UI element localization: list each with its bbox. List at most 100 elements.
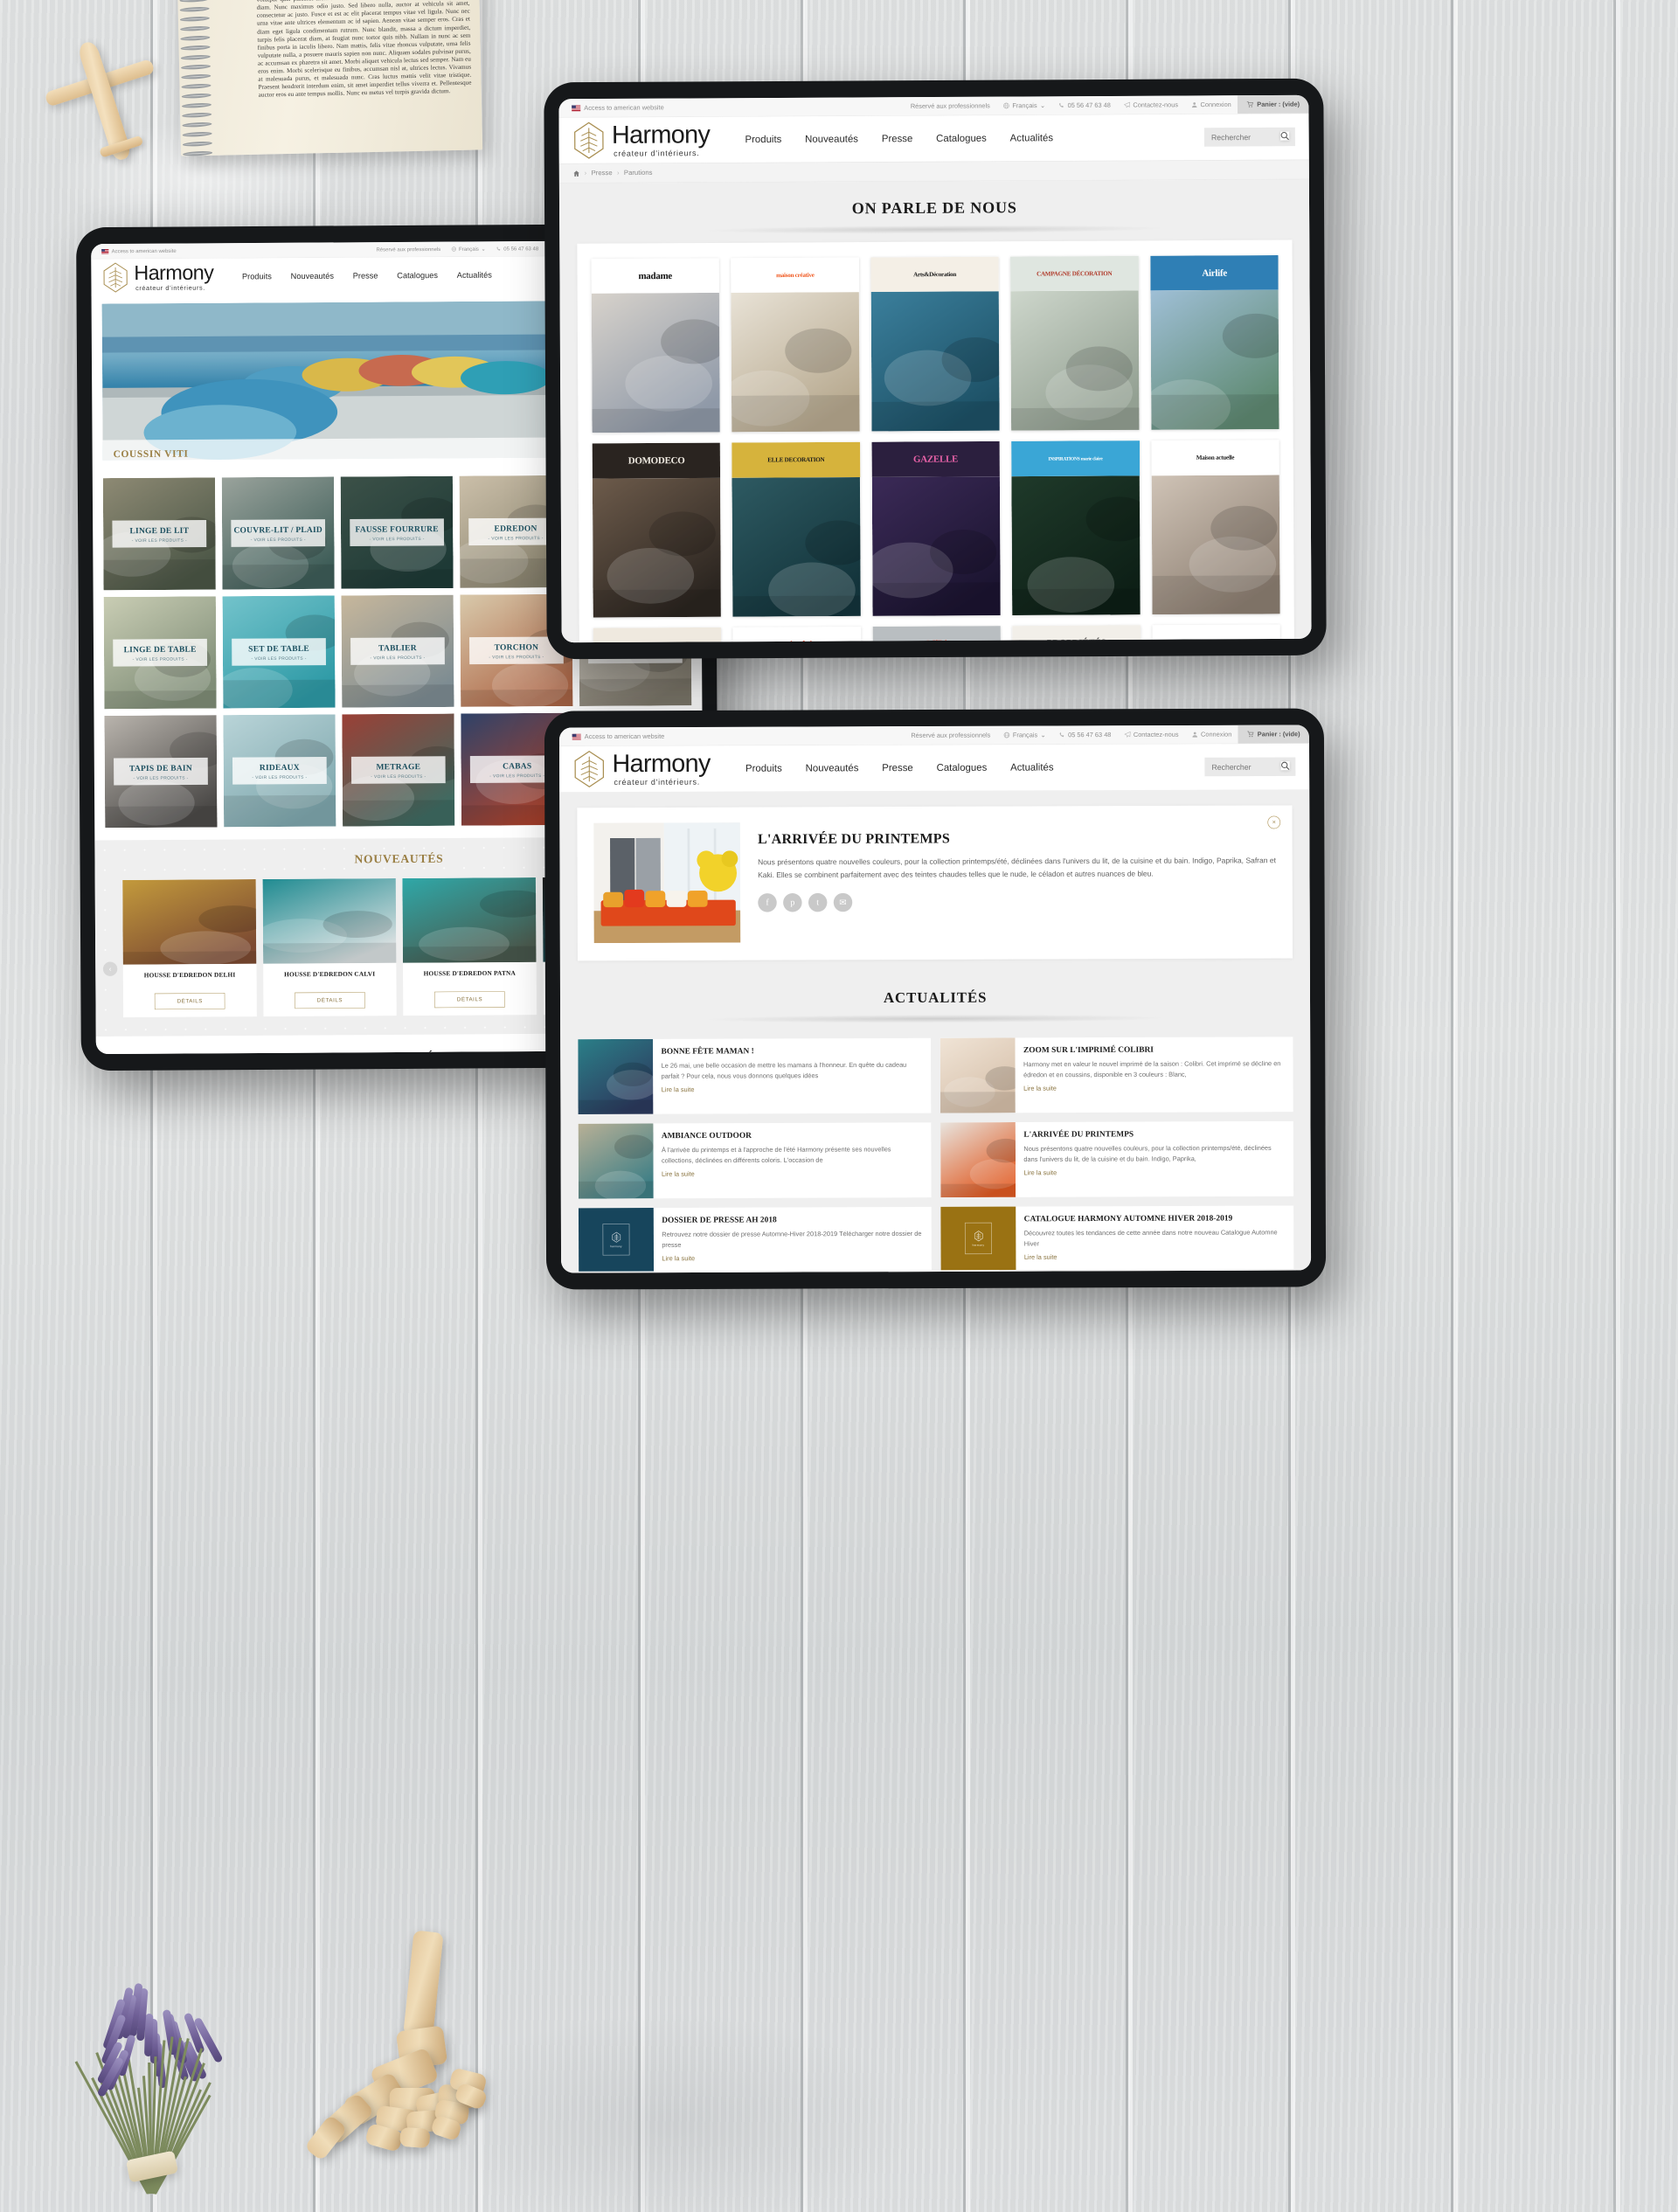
cart-button[interactable]: Panier : (vide) — [1238, 725, 1310, 744]
language-selector[interactable]: Français ⌄ — [446, 246, 490, 252]
news-read-more-link[interactable]: Lire la suite — [662, 1255, 695, 1262]
nav-item-catalogues[interactable]: Catalogues — [397, 271, 438, 281]
access-us-site-link[interactable]: Access to american website — [584, 104, 663, 112]
news-card[interactable]: harmony CATALOGUE HARMONY AUTOMNE HIVER 2… — [940, 1205, 1293, 1270]
magazine-cover[interactable]: TABLE & cadeaux — [1152, 625, 1280, 643]
news-card[interactable]: harmony DOSSIER DE PRESSE AH 2018 Retrouve… — [579, 1207, 932, 1272]
product-details-button[interactable]: DÉTAILS — [434, 991, 505, 1008]
product-details-button[interactable]: DÉTAILS — [295, 992, 365, 1009]
breadcrumb-item-parutions[interactable]: Parutions — [624, 170, 653, 177]
news-card-body: L'ARRIVÉE DU PRINTEMPS Nous présentons qu… — [1016, 1121, 1293, 1197]
news-thumbnail — [940, 1122, 1016, 1197]
news-read-more-link[interactable]: Lire la suite — [1023, 1085, 1057, 1092]
contact-link[interactable]: Contactez-nous — [1118, 731, 1185, 738]
category-label: RIDEAUX - VOIR LES PRODUITS - — [232, 757, 327, 785]
news-card[interactable]: L'ARRIVÉE DU PRINTEMPS Nous présentons qu… — [940, 1121, 1293, 1197]
login-link[interactable]: Connexion — [1184, 101, 1238, 108]
magazine-cover[interactable]: DOMODECO — [593, 443, 721, 618]
magazine-cover-image — [1010, 291, 1139, 431]
pinterest-icon[interactable]: p — [783, 893, 802, 912]
nav-item-nouveautes[interactable]: Nouveautés — [291, 272, 334, 281]
facebook-icon[interactable]: f — [758, 893, 777, 912]
news-excerpt: Harmony met en valeur le nouvel imprimé … — [1023, 1059, 1285, 1081]
search-icon[interactable] — [1281, 761, 1290, 770]
category-name: TAPIS DE BAIN — [115, 763, 206, 773]
product-card[interactable]: HOUSSE D'EDREDON CALVI DÉTAILS — [262, 878, 396, 1016]
magazine-cover[interactable]: madame — [592, 258, 720, 433]
category-tile[interactable]: LINGE DE TABLE - VOIR LES PRODUITS - — [104, 596, 217, 709]
nav-item-produits[interactable]: Produits — [745, 134, 781, 146]
category-tile[interactable]: LINGE DE LIT - VOIR LES PRODUITS - — [103, 477, 216, 590]
nav-item-presse[interactable]: Presse — [353, 271, 378, 281]
brand-logo[interactable]: Harmony créateur d'intérieurs. — [573, 750, 711, 787]
nav-item-presse[interactable]: Presse — [882, 762, 913, 774]
twitter-icon[interactable]: t — [808, 893, 828, 912]
close-icon[interactable]: × — [1267, 816, 1280, 829]
category-tile[interactable]: TAPIS DE BAIN - VOIR LES PRODUITS - — [104, 715, 217, 828]
login-label: Connexion — [1200, 101, 1231, 108]
nav-item-actualites[interactable]: Actualités — [1010, 132, 1053, 144]
nav-item-nouveautes[interactable]: Nouveautés — [806, 762, 859, 774]
product-details-button[interactable]: DÉTAILS — [155, 993, 225, 1009]
category-name: LINGE DE LIT — [114, 525, 205, 536]
product-card[interactable]: HOUSSE D'EDREDON DELHI DÉTAILS — [122, 879, 256, 1017]
magazine-cover[interactable]: GAZELLE — [871, 441, 1000, 616]
category-tile[interactable]: SET DE TABLE - VOIR LES PRODUITS - — [223, 595, 336, 708]
category-tile[interactable]: FAUSSE FOURRURE - VOIR LES PRODUITS - — [341, 476, 454, 589]
news-card[interactable]: ZOOM SUR L'IMPRIMÉ COLIBRI Harmony met en… — [940, 1037, 1293, 1113]
magazine-cover[interactable]: PROPRIÉTÉS — [1012, 626, 1141, 643]
nav-item-presse[interactable]: Presse — [882, 133, 913, 145]
magazine-cover[interactable]: maison créative — [731, 258, 860, 433]
search-icon[interactable] — [1280, 131, 1289, 140]
magazine-cover[interactable]: MiDi — [872, 626, 1001, 642]
access-us-site-link[interactable]: Access to american website — [112, 248, 177, 254]
magazine-cover[interactable]: Arts&Décoration — [870, 257, 999, 432]
news-card[interactable]: AMBIANCE OUTDOOR À l'arrivée du printemps… — [579, 1122, 932, 1198]
email-icon[interactable]: ✉ — [834, 893, 853, 912]
home-icon[interactable] — [573, 170, 579, 177]
magazine-cover-image — [870, 292, 999, 432]
phone-number[interactable]: 05 56 47 63 48 — [1052, 101, 1118, 108]
magazine-cover[interactable]: ELLE DECORATION — [732, 442, 862, 617]
category-label: COUVRE-LIT / PLAID - VOIR LES PRODUITS - — [231, 519, 325, 547]
news-excerpt: Le 26 mai, une belle occasion de mettre … — [662, 1060, 923, 1082]
cart-button[interactable]: Panier : (vide) — [1238, 95, 1309, 114]
magazine-cover[interactable]: CAMPAGNE DÉCORATION — [1010, 256, 1140, 431]
category-tile[interactable]: COUVRE-LIT / PLAID - VOIR LES PRODUITS - — [222, 476, 335, 589]
news-title: BONNE FÊTE MAMAN ! — [662, 1046, 923, 1057]
nav-item-catalogues[interactable]: Catalogues — [937, 762, 988, 774]
news-read-more-link[interactable]: Lire la suite — [1023, 1169, 1057, 1176]
nav-item-produits[interactable]: Produits — [745, 763, 782, 775]
language-selector[interactable]: Français ⌄ — [997, 732, 1052, 739]
magazine-cover[interactable]: Maison Décoration — [593, 628, 722, 642]
breadcrumb-item-presse[interactable]: Presse — [592, 170, 613, 177]
nav-item-produits[interactable]: Produits — [242, 272, 272, 281]
nav-item-actualites[interactable]: Actualités — [1010, 761, 1053, 773]
category-cta: - VOIR LES PRODUITS - — [234, 774, 324, 780]
contact-link[interactable]: Contactez-nous — [1117, 101, 1184, 108]
product-card[interactable]: HOUSSE D'EDREDON PATNA DÉTAILS — [402, 877, 536, 1016]
magazine-cover[interactable]: INSPIRATIONS marie claire — [1011, 440, 1141, 615]
nav-item-catalogues[interactable]: Catalogues — [936, 133, 987, 145]
nav-item-nouveautes[interactable]: Nouveautés — [805, 133, 858, 145]
news-read-more-link[interactable]: Lire la suite — [662, 1171, 695, 1178]
news-read-more-link[interactable]: Lire la suite — [662, 1086, 695, 1093]
category-tile[interactable]: RIDEAUX - VOIR LES PRODUITS - — [223, 714, 336, 827]
brand-name: Harmony — [612, 752, 710, 777]
nav-item-actualites[interactable]: Actualités — [457, 270, 492, 280]
magazine-cover[interactable]: marie claire — [733, 627, 863, 642]
magazine-cover[interactable]: Airlife — [1150, 255, 1279, 430]
phone-number[interactable]: 05 56 47 63 48 — [1052, 732, 1118, 738]
news-card[interactable]: BONNE FÊTE MAMAN ! Le 26 mai, une belle o… — [578, 1038, 931, 1114]
magazine-cover[interactable]: Maison actuelle — [1151, 440, 1279, 614]
login-link[interactable]: Connexion — [1185, 731, 1238, 738]
brand-logo[interactable]: Harmony créateur d'intérieurs. — [573, 121, 711, 159]
category-name: METRAGE — [353, 761, 444, 772]
brand-logo[interactable]: Harmony créateur d'intérieurs. — [102, 261, 213, 293]
access-us-site-link[interactable]: Access to american website — [585, 732, 664, 739]
category-tile[interactable]: TABLIER - VOIR LES PRODUITS - — [341, 595, 454, 708]
language-selector[interactable]: Français ⌄ — [996, 101, 1051, 109]
phone-number[interactable]: 05 56 47 63 48 — [491, 246, 544, 252]
news-read-more-link[interactable]: Lire la suite — [1024, 1254, 1057, 1261]
category-tile[interactable]: METRAGE - VOIR LES PRODUITS - — [342, 714, 454, 827]
